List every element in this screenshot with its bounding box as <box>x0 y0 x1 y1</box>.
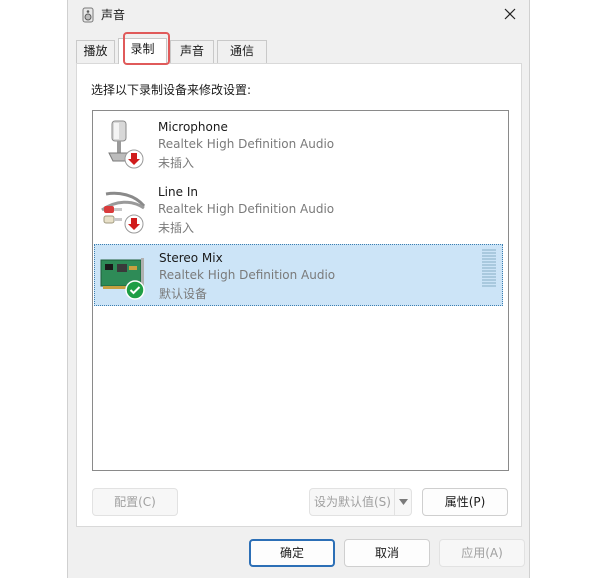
configure-button[interactable]: 配置(C) <box>92 488 178 516</box>
chevron-down-icon <box>399 499 408 505</box>
properties-button[interactable]: 属性(P) <box>422 488 508 516</box>
sound-dialog: 声音 播放 录制 声音 通信 选择以下录制设备来修改设置: Microphone… <box>67 0 530 578</box>
ok-button[interactable]: 确定 <box>249 539 335 567</box>
sound-card-icon <box>99 250 151 302</box>
title-bar: 声音 <box>68 0 529 30</box>
instruction-text: 选择以下录制设备来修改设置: <box>91 83 252 97</box>
device-item-line-in[interactable]: Line In Realtek High Definition Audio 未插… <box>94 179 503 241</box>
set-default-label: 设为默认值(S) <box>314 495 391 509</box>
device-driver: Realtek High Definition Audio <box>158 202 335 216</box>
device-status: 未插入 <box>158 221 195 235</box>
set-default-split-button[interactable]: 设为默认值(S) <box>309 488 412 516</box>
close-button[interactable] <box>497 2 523 26</box>
device-driver: Realtek High Definition Audio <box>159 268 336 282</box>
recording-panel: 选择以下录制设备来修改设置: Microphone Realtek High D… <box>76 63 522 527</box>
green-check-icon <box>125 280 145 300</box>
tab-recording[interactable]: 录制 <box>118 38 167 64</box>
red-down-arrow-icon <box>124 214 144 234</box>
tab-communications[interactable]: 通信 <box>217 40 267 63</box>
device-driver: Realtek High Definition Audio <box>158 137 335 151</box>
device-item-microphone[interactable]: Microphone Realtek High Definition Audio… <box>94 114 503 176</box>
device-name: Stereo Mix <box>159 251 223 265</box>
device-status: 默认设备 <box>159 287 208 301</box>
device-name: Microphone <box>158 120 228 134</box>
close-icon <box>504 8 516 20</box>
set-default-dropdown[interactable] <box>394 489 411 515</box>
device-list[interactable]: Microphone Realtek High Definition Audio… <box>92 110 509 471</box>
tab-sounds[interactable]: 声音 <box>170 40 214 63</box>
red-down-arrow-icon <box>124 149 144 169</box>
apply-button[interactable]: 应用(A) <box>439 539 525 567</box>
tab-playback[interactable]: 播放 <box>76 40 115 63</box>
device-item-stereo-mix[interactable]: Stereo Mix Realtek High Definition Audio… <box>94 244 503 306</box>
cancel-button[interactable]: 取消 <box>344 539 430 567</box>
line-in-cable-icon <box>98 184 150 236</box>
speaker-icon <box>80 7 96 23</box>
device-name: Line In <box>158 185 198 199</box>
device-status: 未插入 <box>158 156 195 170</box>
microphone-icon <box>98 119 150 171</box>
level-meter <box>482 249 496 289</box>
window-title: 声音 <box>101 8 126 22</box>
